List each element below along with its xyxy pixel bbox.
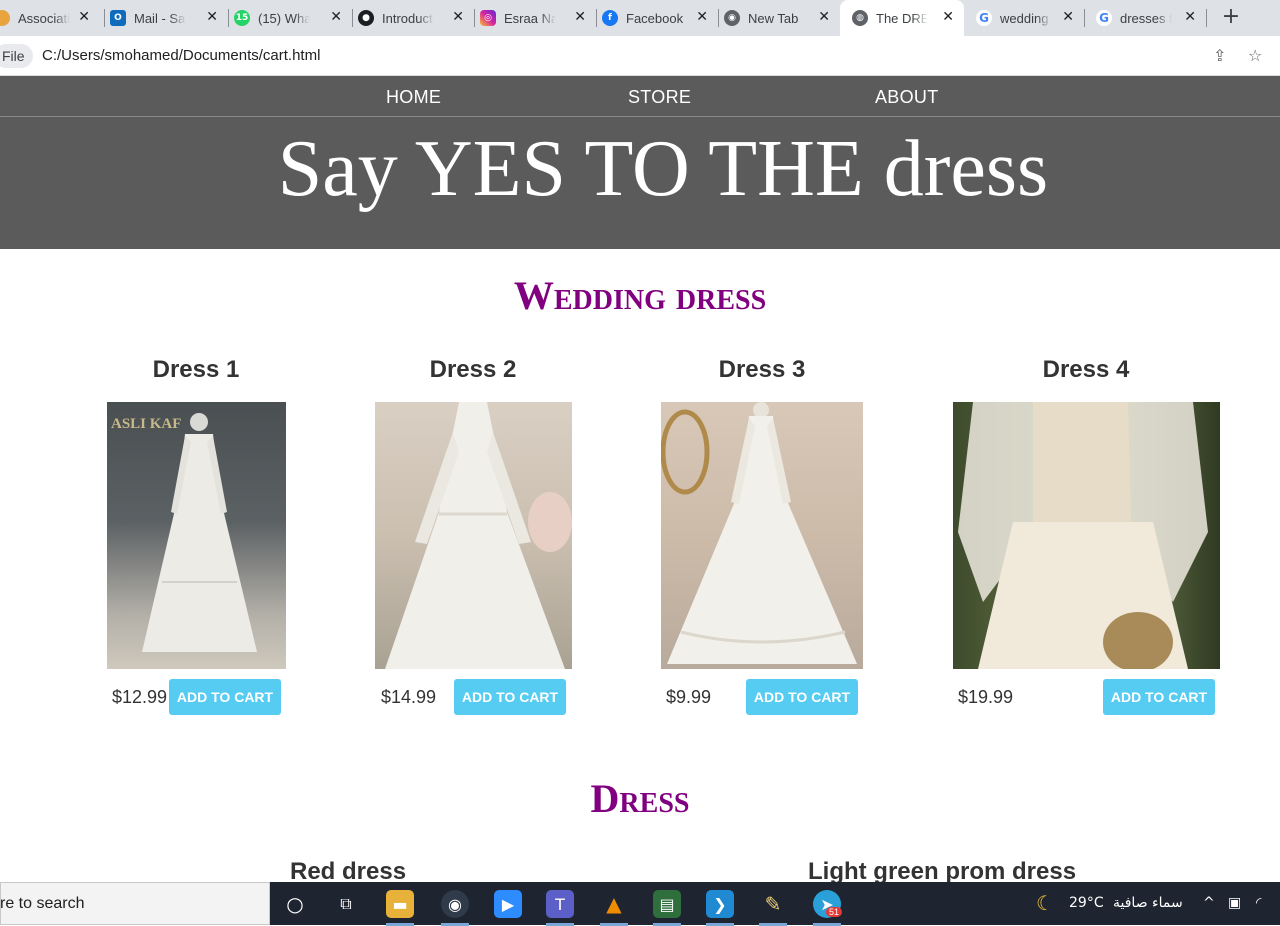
- task-view-icon[interactable]: ⧉: [332, 890, 360, 918]
- new-tab-plus-icon[interactable]: +: [1218, 4, 1244, 30]
- tab-instagram[interactable]: ◎ Esraa Nat ✕: [480, 0, 596, 36]
- dress-silhouette: [661, 402, 857, 664]
- chrome-icon: ◉: [724, 10, 740, 26]
- tab-title: Introduct: [382, 10, 433, 26]
- nav-about-link[interactable]: ABOUT: [875, 87, 939, 108]
- site-header: HOME STORE ABOUT Say YES TO THE dress: [0, 76, 1280, 249]
- close-icon[interactable]: ✕: [574, 9, 586, 25]
- address-bar: File C:/Users/smohamed/Documents/cart.ht…: [0, 36, 1280, 76]
- item-title: Light green prom dress: [808, 858, 1077, 882]
- taskbar-search-box[interactable]: re to search: [0, 882, 270, 925]
- close-icon[interactable]: ✕: [1184, 9, 1196, 25]
- band-title: Say YES TO THE dress: [277, 125, 1049, 213]
- wifi-icon[interactable]: ◜: [1256, 895, 1261, 911]
- tab-github[interactable]: ● Introduct ✕: [358, 0, 474, 36]
- tab-facebook[interactable]: f Facebook ✕: [602, 0, 718, 36]
- cortana-circle-icon[interactable]: ○: [281, 890, 309, 918]
- tab-new-tab[interactable]: ◉ New Tab ✕: [724, 0, 840, 36]
- section-title-dress: Dress: [590, 776, 690, 821]
- add-to-cart-button[interactable]: ADD TO CART: [169, 679, 281, 715]
- dress-silhouette: [385, 402, 572, 669]
- section-title-wedding: Wedding dress: [513, 273, 767, 318]
- google-icon: G: [976, 10, 992, 26]
- tab-title: New Tab: [748, 10, 799, 26]
- chrome-icon[interactable]: ◉: [441, 890, 469, 926]
- close-icon[interactable]: ✕: [452, 9, 464, 25]
- moon-weather-icon: ☾: [1036, 891, 1054, 915]
- add-to-cart-button[interactable]: ADD TO CART: [746, 679, 858, 715]
- telegram-badge: 51: [826, 907, 843, 917]
- teams-icon[interactable]: T: [546, 890, 574, 926]
- zoom-icon[interactable]: ▶: [494, 890, 522, 918]
- vlc-icon[interactable]: ▲: [600, 890, 628, 926]
- tab-title: wedding: [1000, 10, 1049, 26]
- tab-title: Esraa Nat: [504, 10, 556, 26]
- close-icon[interactable]: ✕: [206, 9, 218, 25]
- tab-the-dress[interactable]: ◍ The DRES ✕: [840, 0, 964, 36]
- windows-taskbar: re to search ○ ⧉ ▬ ◉ ▶ T ▲ ▤ ❯ ✎ ➤ 51 ☾ …: [0, 882, 1280, 926]
- tab-title: The DRES: [876, 10, 928, 26]
- close-icon[interactable]: ✕: [330, 9, 342, 25]
- chevron-up-icon[interactable]: ^: [1203, 895, 1215, 911]
- price-label: $12.99: [112, 687, 168, 707]
- tab-title: (15) What: [258, 10, 310, 26]
- tab-wedding[interactable]: G wedding ✕: [970, 0, 1084, 36]
- dress-silhouette: ASLI KAF: [111, 413, 257, 652]
- paint-icon[interactable]: ✎: [759, 890, 787, 926]
- tab-title: Mail - Sar: [134, 10, 186, 26]
- dress-silhouette: [958, 402, 1208, 669]
- outlook-icon: O: [110, 10, 126, 26]
- facebook-icon: f: [602, 10, 618, 26]
- main-nav: HOME STORE ABOUT: [0, 76, 1280, 117]
- media-app-icon[interactable]: ▤: [653, 890, 681, 926]
- add-to-cart-button[interactable]: ADD TO CART: [1103, 679, 1215, 715]
- bookmark-star-icon[interactable]: ☆: [1248, 46, 1262, 65]
- vscode-icon[interactable]: ❯: [706, 890, 734, 926]
- close-icon[interactable]: ✕: [818, 9, 830, 25]
- nav-store-link[interactable]: STORE: [628, 87, 691, 108]
- association-favicon: [0, 10, 10, 26]
- globe-icon: ◍: [852, 10, 868, 26]
- instagram-icon: ◎: [480, 10, 496, 26]
- dress-4-image: [953, 402, 1220, 669]
- item-title: Dress 1: [152, 356, 240, 383]
- tab-title: Facebook: [626, 10, 684, 26]
- notification-icon[interactable]: ▣: [1228, 895, 1241, 911]
- search-placeholder: re to search: [0, 895, 85, 912]
- svg-text:ASLI KAF: ASLI KAF: [111, 416, 181, 432]
- file-explorer-icon[interactable]: ▬: [386, 890, 414, 926]
- price-label: $19.99: [958, 687, 1014, 707]
- dress-2-image: [375, 402, 572, 669]
- close-icon[interactable]: ✕: [696, 9, 708, 25]
- close-icon[interactable]: ✕: [942, 9, 954, 25]
- close-icon[interactable]: ✕: [78, 9, 90, 25]
- google-icon: G: [1096, 10, 1112, 26]
- item-title: Dress 2: [429, 356, 517, 383]
- item-title: Red dress: [290, 858, 407, 882]
- add-to-cart-button[interactable]: ADD TO CART: [454, 679, 566, 715]
- dress-3-image: [661, 402, 863, 669]
- tab-whatsapp[interactable]: 15 (15) What ✕: [234, 0, 352, 36]
- tab-title: Associatio: [18, 10, 70, 26]
- weather-temperature[interactable]: 29°C: [1069, 895, 1104, 911]
- close-icon[interactable]: ✕: [1062, 9, 1074, 25]
- price-label: $9.99: [666, 687, 712, 707]
- github-icon: ●: [358, 10, 374, 26]
- item-title: Dress 4: [1042, 356, 1130, 383]
- tab-association[interactable]: Associatio ✕: [0, 0, 100, 36]
- weather-description[interactable]: سماء صافية: [1113, 895, 1183, 911]
- tab-mail[interactable]: O Mail - Sar ✕: [110, 0, 228, 36]
- price-label: $14.99: [381, 687, 437, 707]
- browser-tab-strip: Associatio ✕ O Mail - Sar ✕ 15 (15) What…: [0, 0, 1280, 36]
- tab-dresses[interactable]: G dresses fo ✕: [1090, 0, 1206, 36]
- whatsapp-icon: 15: [234, 10, 250, 26]
- share-icon[interactable]: ⇪: [1213, 46, 1226, 65]
- dress-1-image: ASLI KAF: [107, 402, 286, 669]
- tab-title: dresses fo: [1120, 10, 1172, 26]
- page-viewport: HOME STORE ABOUT Say YES TO THE dress We…: [0, 76, 1280, 882]
- nav-home-link[interactable]: HOME: [386, 87, 441, 108]
- scheme-chip[interactable]: File: [0, 44, 33, 68]
- url-input[interactable]: C:/Users/smohamed/Documents/cart.html: [42, 47, 320, 64]
- item-title: Dress 3: [718, 356, 806, 383]
